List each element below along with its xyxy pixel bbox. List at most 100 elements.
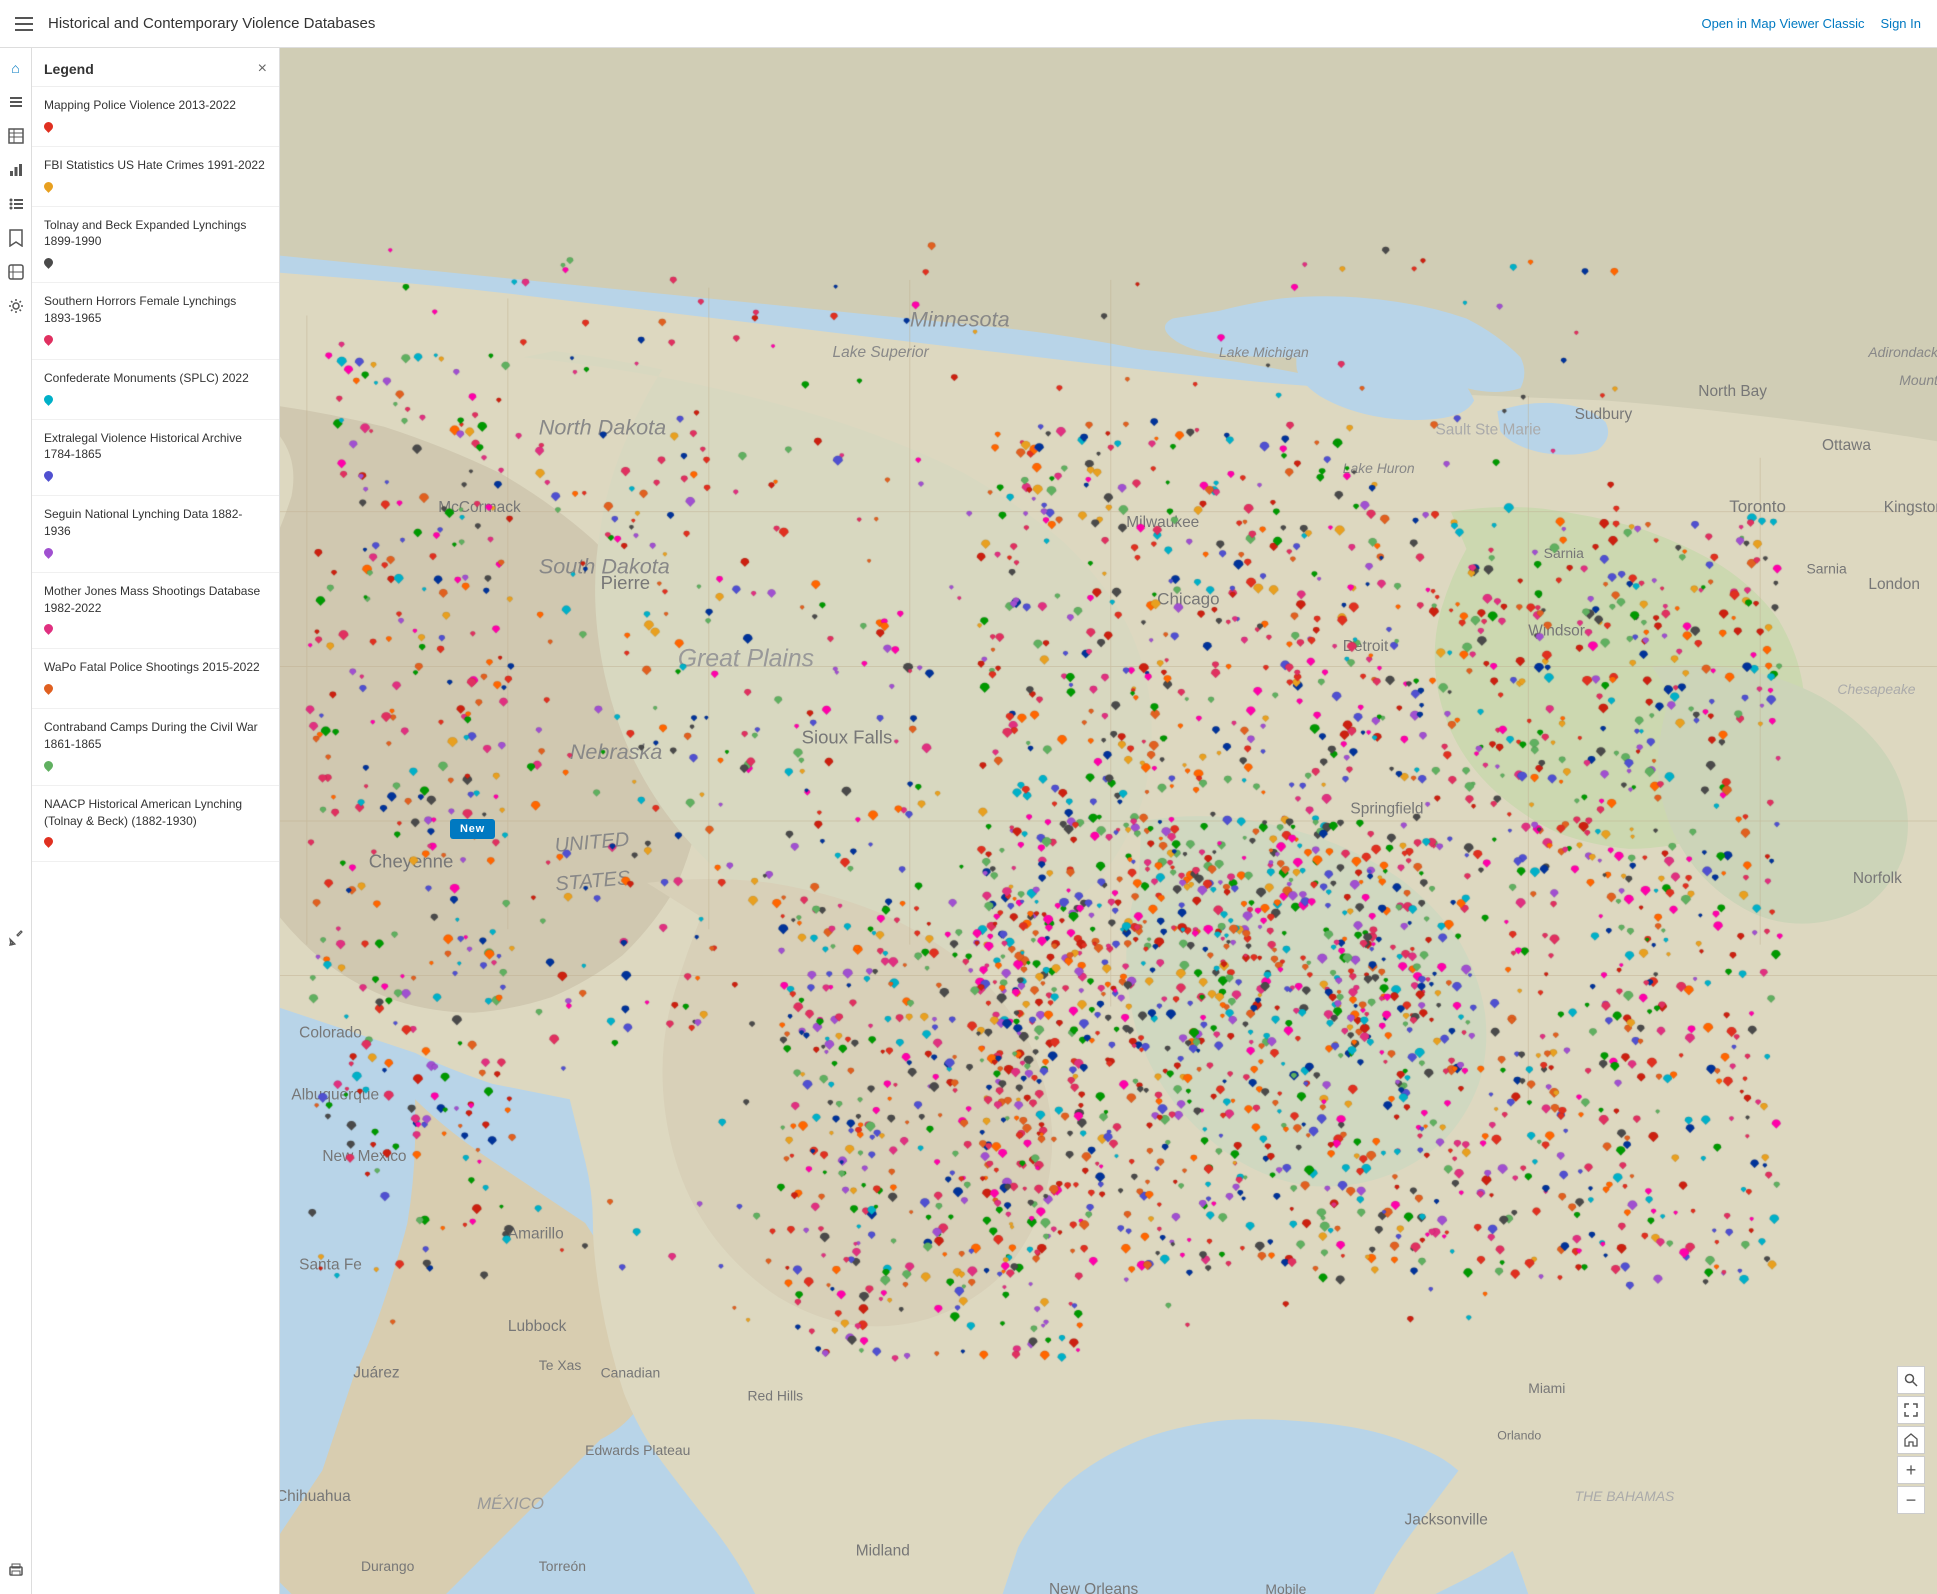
legend-header: Legend × [32,48,279,87]
legend-dot-icon [42,469,55,482]
map-controls: + − [1897,1366,1925,1514]
svg-text:McCormack: McCormack [438,499,521,516]
legend-item[interactable]: WaPo Fatal Police Shootings 2015-2022 [32,649,279,709]
legend-item[interactable]: Confederate Monuments (SPLC) 2022 [32,360,279,420]
legend-dot-icon [42,622,55,635]
home-map-button[interactable] [1897,1426,1925,1454]
legend-items-container: Mapping Police Violence 2013-2022 FBI St… [32,87,279,862]
svg-text:Edwards Plateau: Edwards Plateau [585,1442,690,1458]
sidebar-icon-chart[interactable] [0,154,32,186]
svg-text:Torreón: Torreón [539,1558,586,1574]
legend-item[interactable]: Extralegal Violence Historical Archive 1… [32,420,279,497]
svg-text:Minnesota: Minnesota [910,306,1010,331]
svg-text:Ottawa: Ottawa [1822,437,1871,454]
svg-text:Lake Michigan: Lake Michigan [1219,344,1309,360]
sidebar-icon-settings[interactable] [0,290,32,322]
svg-text:Santa Fe: Santa Fe [299,1256,362,1273]
svg-text:North Dakota: North Dakota [539,415,666,440]
svg-text:Mountains: Mountains [1899,372,1937,388]
sidebar-icon-layers[interactable] [0,86,32,118]
svg-text:Cheyenne: Cheyenne [369,850,454,871]
zoom-in-button[interactable]: + [1897,1456,1925,1484]
legend-dot-icon [42,546,55,559]
sidebar-icon-list[interactable] [0,188,32,220]
zoom-out-button[interactable]: − [1897,1486,1925,1514]
legend-item[interactable]: Seguin National Lynching Data 1882-1936 [32,496,279,573]
svg-text:Sault Ste Marie: Sault Ste Marie [1435,421,1541,438]
svg-text:New Orleans: New Orleans [1049,1581,1139,1594]
legend-dot-icon [42,682,55,695]
legend-item-name: Southern Horrors Female Lynchings 1893-1… [44,293,267,327]
svg-text:Albuquerque: Albuquerque [291,1086,379,1103]
svg-text:Windsor: Windsor [1528,622,1585,639]
legend-dot-icon [42,256,55,269]
svg-text:Nebraska: Nebraska [570,739,663,764]
legend-item[interactable]: FBI Statistics US Hate Crimes 1991-2022 [32,147,279,207]
map-container[interactable]: North Dakota South Dakota Pierre McCorma… [280,48,1937,1594]
svg-text:Chihuahua: Chihuahua [280,1488,351,1505]
sidebar-icon-print[interactable] [0,1554,32,1586]
legend-item-name: Confederate Monuments (SPLC) 2022 [44,370,267,387]
svg-text:Jacksonville: Jacksonville [1405,1511,1488,1528]
legend-item-name: Extralegal Violence Historical Archive 1… [44,430,267,464]
sidebar-icon-basemap[interactable] [0,256,32,288]
legend-item-name: Tolnay and Beck Expanded Lynchings 1899-… [44,217,267,251]
svg-text:Milwaukee: Milwaukee [1126,514,1199,531]
svg-text:Miami: Miami [1528,1380,1565,1396]
svg-text:New Mexico: New Mexico [322,1148,406,1165]
legend-item[interactable]: NAACP Historical American Lynching (Toln… [32,786,279,863]
page-title: Historical and Contemporary Violence Dat… [48,15,1701,32]
sidebar-icon-bookmark[interactable] [0,222,32,254]
legend-item[interactable]: Mapping Police Violence 2013-2022 [32,87,279,147]
new-badge: New [450,819,495,839]
svg-text:Sarnia: Sarnia [1807,561,1847,577]
legend-item[interactable]: Mother Jones Mass Shootings Database 198… [32,573,279,650]
svg-text:Durango: Durango [361,1558,415,1574]
svg-text:Chicago: Chicago [1157,590,1219,609]
svg-text:London: London [1868,576,1920,593]
legend-item[interactable]: Contraband Camps During the Civil War 18… [32,709,279,786]
svg-text:Colorado: Colorado [299,1024,362,1041]
svg-text:Chesapeake: Chesapeake [1837,681,1915,697]
svg-text:Amarillo: Amarillo [508,1225,564,1242]
legend-item[interactable]: Tolnay and Beck Expanded Lynchings 1899-… [32,207,279,284]
svg-text:MÉXICO: MÉXICO [477,1494,544,1513]
legend-item-name: WaPo Fatal Police Shootings 2015-2022 [44,659,267,676]
legend-dot-icon [42,333,55,346]
legend-item-name: Seguin National Lynching Data 1882-1936 [44,506,267,540]
legend-item[interactable]: Southern Horrors Female Lynchings 1893-1… [32,283,279,360]
sidebar-icon-home[interactable]: ⌂ [0,52,32,84]
svg-text:THE BAHAMAS: THE BAHAMAS [1575,1488,1675,1504]
legend-dot-icon [42,759,55,772]
svg-text:Kingston: Kingston [1884,499,1937,516]
svg-text:Sudbury: Sudbury [1575,406,1633,423]
fullscreen-button[interactable] [1897,1396,1925,1424]
svg-text:Lake Superior: Lake Superior [833,344,930,361]
legend-dot-icon [42,120,55,133]
svg-text:Norfolk: Norfolk [1853,870,1902,887]
menu-icon[interactable] [0,0,48,48]
legend-item-name: Contraband Camps During the Civil War 18… [44,719,267,753]
svg-text:Sarnia: Sarnia [1544,545,1584,561]
svg-text:Toronto: Toronto [1729,497,1786,516]
svg-text:Midland: Midland [856,1542,910,1559]
sidebar-icon-tools[interactable] [0,922,32,954]
legend-title: Legend [44,61,94,77]
left-sidebar: ⌂ [0,48,32,1594]
legend-dot-icon [42,835,55,848]
legend-item-name: Mother Jones Mass Shootings Database 198… [44,583,267,617]
svg-text:Red Hills: Red Hills [748,1388,804,1404]
legend-dot-icon [42,180,55,193]
sign-in-button[interactable]: Sign In [1881,16,1921,31]
search-map-button[interactable] [1897,1366,1925,1394]
svg-text:North Bay: North Bay [1698,383,1767,400]
legend-close-button[interactable]: × [258,60,267,78]
svg-text:Pierre: Pierre [601,572,650,593]
open-classic-link[interactable]: Open in Map Viewer Classic [1701,16,1864,31]
svg-text:Juárez: Juárez [353,1365,399,1382]
app-header: Historical and Contemporary Violence Dat… [0,0,1937,48]
svg-text:Springfield: Springfield [1350,800,1423,817]
sidebar-icon-table[interactable] [0,120,32,152]
svg-text:Great Plains: Great Plains [678,645,814,672]
svg-text:Canadian: Canadian [601,1365,661,1381]
